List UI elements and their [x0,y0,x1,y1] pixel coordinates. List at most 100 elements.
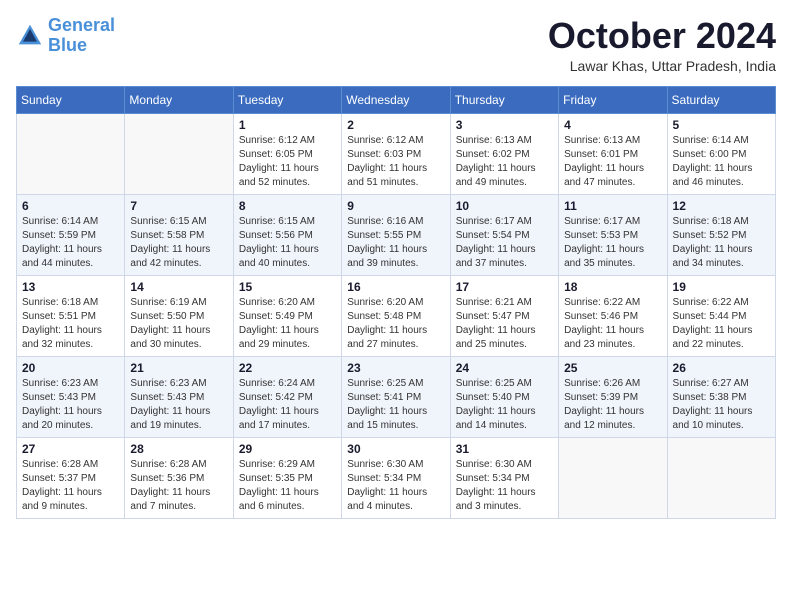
col-header-friday: Friday [559,86,667,113]
day-number: 20 [22,361,119,375]
col-header-saturday: Saturday [667,86,775,113]
cell-info: Sunrise: 6:14 AM Sunset: 6:00 PM Dayligh… [673,134,770,190]
calendar-cell: 14 Sunrise: 6:19 AM Sunset: 5:50 PM Dayli… [125,275,233,356]
location: Lawar Khas, Uttar Pradesh, India [548,58,776,74]
calendar-cell: 17Sunrise: 6:21 AM Sunset: 5:47 PM Dayli… [450,275,558,356]
cell-info: Sunrise: 6:18 AM Sunset: 5:51 PM Dayligh… [22,296,119,352]
cell-info: Sunrise: 6:19 AM Sunset: 5:50 PM Dayligh… [130,296,227,352]
calendar-cell: 27 Sunrise: 6:28 AM Sunset: 5:37 PM Dayli… [17,437,125,518]
day-number: 23 [347,361,444,375]
calendar-cell: 22 Sunrise: 6:24 AM Sunset: 5:42 PM Dayli… [233,356,341,437]
day-number: 10 [456,199,553,213]
calendar-cell: 10 Sunrise: 6:17 AM Sunset: 5:54 PM Dayli… [450,194,558,275]
calendar-cell: 9 Sunrise: 6:16 AM Sunset: 5:55 PM Daylig… [342,194,450,275]
cell-info: Sunrise: 6:17 AM Sunset: 5:54 PM Dayligh… [456,215,553,271]
cell-info: Sunrise: 6:22 AM Sunset: 5:46 PM Dayligh… [564,296,661,352]
calendar-cell: 12 Sunrise: 6:18 AM Sunset: 5:52 PM Dayli… [667,194,775,275]
cell-info: Sunrise: 6:15 AM Sunset: 5:56 PM Dayligh… [239,215,336,271]
page-header: General Blue October 2024 Lawar Khas, Ut… [16,16,776,74]
day-number: 15 [239,280,336,294]
col-header-wednesday: Wednesday [342,86,450,113]
day-number: 30 [347,442,444,456]
day-number: 14 [130,280,227,294]
cell-info: Sunrise: 6:28 AM Sunset: 5:36 PM Dayligh… [130,458,227,514]
day-number: 31 [456,442,553,456]
day-number: 12 [673,199,770,213]
cell-info: Sunrise: 6:29 AM Sunset: 5:35 PM Dayligh… [239,458,336,514]
cell-info: Sunrise: 6:18 AM Sunset: 5:52 PM Dayligh… [673,215,770,271]
calendar-cell: 30 Sunrise: 6:30 AM Sunset: 5:34 PM Dayli… [342,437,450,518]
logo: General Blue [16,16,115,56]
day-number: 24 [456,361,553,375]
calendar-cell: 15Sunrise: 6:20 AM Sunset: 5:49 PM Dayli… [233,275,341,356]
cell-info: Sunrise: 6:13 AM Sunset: 6:02 PM Dayligh… [456,134,553,190]
calendar-cell: 1 Sunrise: 6:12 AM Sunset: 6:05 PM Daylig… [233,113,341,194]
cell-info: Sunrise: 6:30 AM Sunset: 5:34 PM Dayligh… [456,458,553,514]
calendar-cell [667,437,775,518]
week-row-4: 20 Sunrise: 6:23 AM Sunset: 5:43 PM Dayli… [17,356,776,437]
day-number: 19 [673,280,770,294]
day-number: 5 [673,118,770,132]
day-number: 27 [22,442,119,456]
calendar-table: SundayMondayTuesdayWednesdayThursdayFrid… [16,86,776,519]
cell-info: Sunrise: 6:28 AM Sunset: 5:37 PM Dayligh… [22,458,119,514]
col-header-thursday: Thursday [450,86,558,113]
cell-info: Sunrise: 6:15 AM Sunset: 5:58 PM Dayligh… [130,215,227,271]
header-row: SundayMondayTuesdayWednesdayThursdayFrid… [17,86,776,113]
cell-info: Sunrise: 6:20 AM Sunset: 5:48 PM Dayligh… [347,296,444,352]
day-number: 9 [347,199,444,213]
cell-info: Sunrise: 6:30 AM Sunset: 5:34 PM Dayligh… [347,458,444,514]
cell-info: Sunrise: 6:17 AM Sunset: 5:53 PM Dayligh… [564,215,661,271]
day-number: 3 [456,118,553,132]
cell-info: Sunrise: 6:26 AM Sunset: 5:39 PM Dayligh… [564,377,661,433]
month-title: October 2024 [548,16,776,56]
day-number: 8 [239,199,336,213]
calendar-cell: 26Sunrise: 6:27 AM Sunset: 5:38 PM Dayli… [667,356,775,437]
day-number: 11 [564,199,661,213]
calendar-cell: 8 Sunrise: 6:15 AM Sunset: 5:56 PM Daylig… [233,194,341,275]
calendar-cell: 5 Sunrise: 6:14 AM Sunset: 6:00 PM Daylig… [667,113,775,194]
calendar-cell: 16 Sunrise: 6:20 AM Sunset: 5:48 PM Dayli… [342,275,450,356]
day-number: 1 [239,118,336,132]
calendar-cell: 11 Sunrise: 6:17 AM Sunset: 5:53 PM Dayli… [559,194,667,275]
week-row-2: 6Sunrise: 6:14 AM Sunset: 5:59 PM Daylig… [17,194,776,275]
calendar-cell: 28 Sunrise: 6:28 AM Sunset: 5:36 PM Dayli… [125,437,233,518]
day-number: 13 [22,280,119,294]
day-number: 4 [564,118,661,132]
cell-info: Sunrise: 6:22 AM Sunset: 5:44 PM Dayligh… [673,296,770,352]
cell-info: Sunrise: 6:23 AM Sunset: 5:43 PM Dayligh… [130,377,227,433]
day-number: 18 [564,280,661,294]
cell-info: Sunrise: 6:24 AM Sunset: 5:42 PM Dayligh… [239,377,336,433]
cell-info: Sunrise: 6:16 AM Sunset: 5:55 PM Dayligh… [347,215,444,271]
day-number: 28 [130,442,227,456]
day-number: 21 [130,361,227,375]
col-header-monday: Monday [125,86,233,113]
calendar-cell [559,437,667,518]
calendar-cell: 19 Sunrise: 6:22 AM Sunset: 5:44 PM Dayli… [667,275,775,356]
day-number: 29 [239,442,336,456]
calendar-cell: 6Sunrise: 6:14 AM Sunset: 5:59 PM Daylig… [17,194,125,275]
cell-info: Sunrise: 6:12 AM Sunset: 6:03 PM Dayligh… [347,134,444,190]
cell-info: Sunrise: 6:12 AM Sunset: 6:05 PM Dayligh… [239,134,336,190]
day-number: 25 [564,361,661,375]
calendar-header: SundayMondayTuesdayWednesdayThursdayFrid… [17,86,776,113]
calendar-cell: 24 Sunrise: 6:25 AM Sunset: 5:40 PM Dayli… [450,356,558,437]
calendar-cell: 18 Sunrise: 6:22 AM Sunset: 5:46 PM Dayli… [559,275,667,356]
cell-info: Sunrise: 6:14 AM Sunset: 5:59 PM Dayligh… [22,215,119,271]
cell-info: Sunrise: 6:25 AM Sunset: 5:40 PM Dayligh… [456,377,553,433]
cell-info: Sunrise: 6:27 AM Sunset: 5:38 PM Dayligh… [673,377,770,433]
logo-icon [16,22,44,50]
week-row-1: 1 Sunrise: 6:12 AM Sunset: 6:05 PM Daylig… [17,113,776,194]
col-header-sunday: Sunday [17,86,125,113]
cell-info: Sunrise: 6:21 AM Sunset: 5:47 PM Dayligh… [456,296,553,352]
day-number: 2 [347,118,444,132]
day-number: 16 [347,280,444,294]
col-header-tuesday: Tuesday [233,86,341,113]
cell-info: Sunrise: 6:25 AM Sunset: 5:41 PM Dayligh… [347,377,444,433]
calendar-cell: 3 Sunrise: 6:13 AM Sunset: 6:02 PM Daylig… [450,113,558,194]
day-number: 22 [239,361,336,375]
logo-text: General Blue [48,16,115,56]
calendar-cell: 2 Sunrise: 6:12 AM Sunset: 6:03 PM Daylig… [342,113,450,194]
calendar-cell: 4Sunrise: 6:13 AM Sunset: 6:01 PM Daylig… [559,113,667,194]
calendar-cell: 20Sunrise: 6:23 AM Sunset: 5:43 PM Dayli… [17,356,125,437]
